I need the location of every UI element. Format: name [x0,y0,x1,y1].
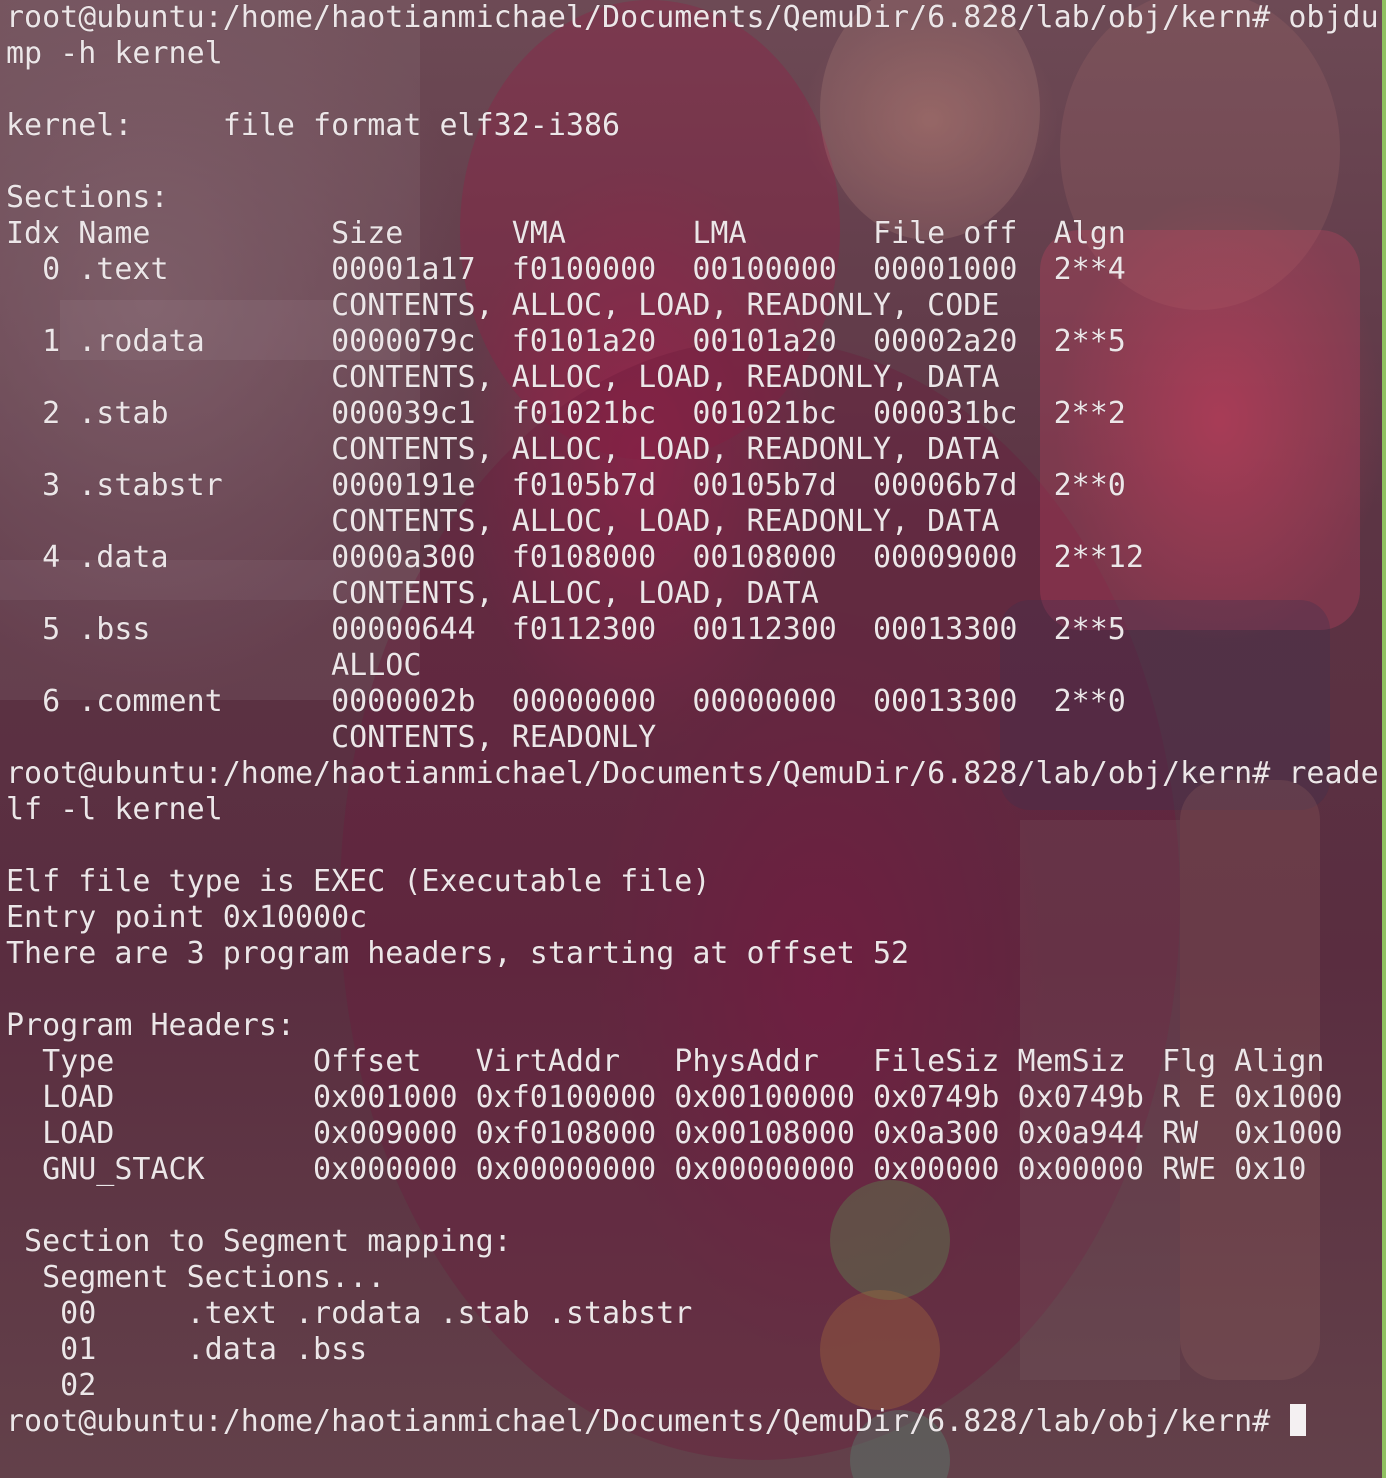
terminal-line: root@ubuntu:/home/haotianmichael/Documen… [6,756,1382,792]
terminal-line-text: Segment Sections... [6,1260,386,1295]
terminal-line-text: 2 .stab 000039c1 f01021bc 001021bc 00003… [6,396,1126,431]
window-edge [1382,0,1386,1478]
terminal-line-text: Section to Segment mapping: [6,1224,512,1259]
terminal-line-text: CONTENTS, ALLOC, LOAD, READONLY, CODE [6,288,1000,323]
terminal-line-text: Elf file type is EXEC (Executable file) [6,864,711,899]
terminal-line: There are 3 program headers, starting at… [6,936,1382,972]
terminal-line-text: Idx Name Size VMA LMA File off Algn [6,216,1126,251]
terminal-line: LOAD 0x001000 0xf0100000 0x00100000 0x07… [6,1080,1382,1116]
terminal-line-text: root@ubuntu:/home/haotianmichael/Documen… [6,1404,1289,1439]
terminal-output: root@ubuntu:/home/haotianmichael/Documen… [6,0,1382,1440]
terminal-line-text: 4 .data 0000a300 f0108000 00108000 00009… [6,540,1144,575]
terminal-line: CONTENTS, ALLOC, LOAD, READONLY, DATA [6,360,1382,396]
terminal-line-text: LOAD 0x001000 0xf0100000 0x00100000 0x07… [6,1080,1343,1115]
terminal-line: mp -h kernel [6,36,1382,72]
terminal-line-text: LOAD 0x009000 0xf0108000 0x00108000 0x0a… [6,1116,1343,1151]
terminal-line-text: CONTENTS, ALLOC, LOAD, DATA [6,576,819,611]
terminal-line: 02 [6,1368,1382,1404]
terminal-line-text: CONTENTS, ALLOC, LOAD, READONLY, DATA [6,504,1000,539]
terminal-line: 2 .stab 000039c1 f01021bc 001021bc 00003… [6,396,1382,432]
terminal-line: CONTENTS, ALLOC, LOAD, READONLY, DATA [6,432,1382,468]
terminal-line: 5 .bss 00000644 f0112300 00112300 000133… [6,612,1382,648]
terminal-line: 3 .stabstr 0000191e f0105b7d 00105b7d 00… [6,468,1382,504]
terminal-line: CONTENTS, ALLOC, LOAD, READONLY, DATA [6,504,1382,540]
terminal-line-text: 00 .text .rodata .stab .stabstr [6,1296,693,1331]
terminal-window[interactable]: root@ubuntu:/home/haotianmichael/Documen… [0,0,1386,1478]
terminal-line: Segment Sections... [6,1260,1382,1296]
terminal-line-text: Program Headers: [6,1008,295,1043]
terminal-line-text: CONTENTS, ALLOC, LOAD, READONLY, DATA [6,432,1000,467]
terminal-line-text: 6 .comment 0000002b 00000000 00000000 00… [6,684,1126,719]
terminal-line-text: Entry point 0x10000c [6,900,368,935]
terminal-line-text: root@ubuntu:/home/haotianmichael/Documen… [6,0,1379,35]
terminal-line-text: kernel: file format elf32-i386 [6,108,621,143]
terminal-line-text: 5 .bss 00000644 f0112300 00112300 000133… [6,612,1126,647]
terminal-line: Elf file type is EXEC (Executable file) [6,864,1382,900]
terminal-line-text: 0 .text 00001a17 f0100000 00100000 00001… [6,252,1126,287]
terminal-line-text: 01 .data .bss [6,1332,368,1367]
terminal-line: 01 .data .bss [6,1332,1382,1368]
terminal-line-text: Sections: [6,180,169,215]
terminal-line-text: lf -l kernel [6,792,223,827]
terminal-line: 00 .text .rodata .stab .stabstr [6,1296,1382,1332]
terminal-line: CONTENTS, READONLY [6,720,1382,756]
terminal-line: Entry point 0x10000c [6,900,1382,936]
terminal-line: 1 .rodata 0000079c f0101a20 00101a20 000… [6,324,1382,360]
terminal-line: CONTENTS, ALLOC, LOAD, READONLY, CODE [6,288,1382,324]
terminal-line-text: There are 3 program headers, starting at… [6,936,910,971]
terminal-line: 0 .text 00001a17 f0100000 00100000 00001… [6,252,1382,288]
terminal-line: Program Headers: [6,1008,1382,1044]
terminal-line: ALLOC [6,648,1382,684]
terminal-line-text: GNU_STACK 0x000000 0x00000000 0x00000000… [6,1152,1307,1187]
terminal-line: Idx Name Size VMA LMA File off Algn [6,216,1382,252]
terminal-line: lf -l kernel [6,792,1382,828]
terminal-line: CONTENTS, ALLOC, LOAD, DATA [6,576,1382,612]
terminal-line: root@ubuntu:/home/haotianmichael/Documen… [6,0,1382,36]
terminal-line: GNU_STACK 0x000000 0x00000000 0x00000000… [6,1152,1382,1188]
terminal-line-text: CONTENTS, ALLOC, LOAD, READONLY, DATA [6,360,1000,395]
terminal-line: root@ubuntu:/home/haotianmichael/Documen… [6,1404,1382,1440]
terminal-line-text: 3 .stabstr 0000191e f0105b7d 00105b7d 00… [6,468,1126,503]
terminal-line: kernel: file format elf32-i386 [6,108,1382,144]
terminal-line-text: CONTENTS, READONLY [6,720,657,755]
cursor-block [1290,1404,1307,1436]
terminal-line: 6 .comment 0000002b 00000000 00000000 00… [6,684,1382,720]
terminal-line-text: root@ubuntu:/home/haotianmichael/Documen… [6,756,1379,791]
terminal-line: Section to Segment mapping: [6,1224,1382,1260]
terminal-line-text: Type Offset VirtAddr PhysAddr FileSiz Me… [6,1044,1325,1079]
terminal-line-text: mp -h kernel [6,36,223,71]
terminal-line: LOAD 0x009000 0xf0108000 0x00108000 0x0a… [6,1116,1382,1152]
terminal-line: 4 .data 0000a300 f0108000 00108000 00009… [6,540,1382,576]
terminal-line: Type Offset VirtAddr PhysAddr FileSiz Me… [6,1044,1382,1080]
terminal-line-text: 1 .rodata 0000079c f0101a20 00101a20 000… [6,324,1126,359]
terminal-line-text: 02 [6,1368,187,1403]
terminal-line-text: ALLOC [6,648,422,683]
terminal-line: Sections: [6,180,1382,216]
